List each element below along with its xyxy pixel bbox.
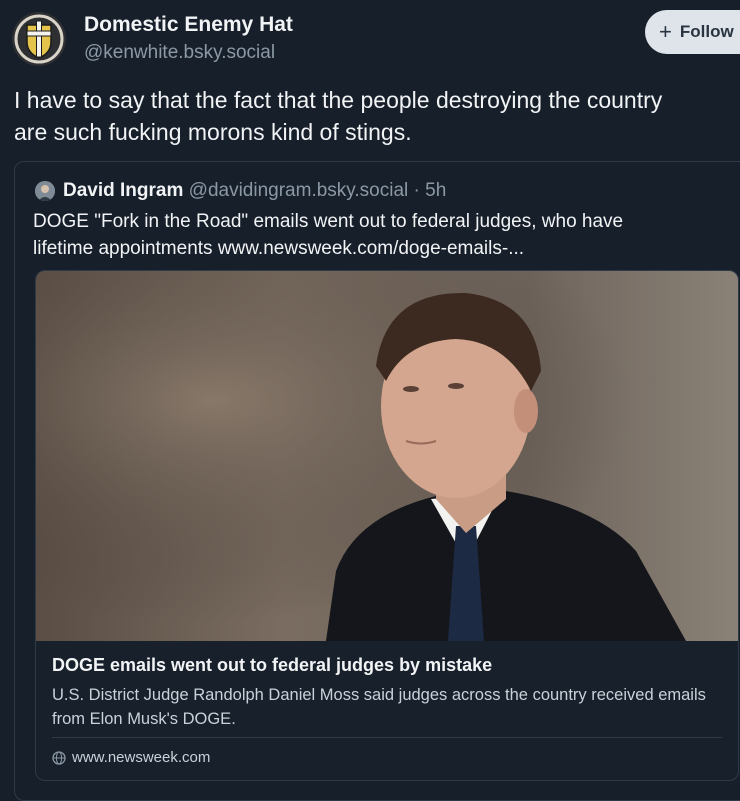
cross-shield-avatar-icon	[12, 12, 66, 66]
article-description: U.S. District Judge Randolph Daniel Moss…	[52, 686, 706, 728]
quoted-post-text: DOGE "Fork in the Road" emails went out …	[33, 211, 624, 259]
quoted-author-avatar[interactable]	[35, 181, 55, 201]
author-name[interactable]: Domestic Enemy Hat	[84, 13, 293, 37]
post: Domestic Enemy Hat @kenwhite.bsky.social…	[0, 0, 740, 801]
article-thumbnail-image	[36, 271, 738, 641]
article-title: DOGE emails went out to federal judges b…	[52, 655, 493, 675]
globe-icon	[52, 750, 66, 765]
article-domain: www.newsweek.com	[52, 749, 210, 766]
plus-icon: +	[659, 19, 672, 44]
person-avatar-icon	[35, 181, 55, 201]
quoted-post-header: David Ingram @davidingram.bsky.social · …	[63, 180, 446, 202]
link-preview-card[interactable]: DOGE emails went out to federal judges b…	[35, 270, 739, 781]
follow-button[interactable]: + Follow	[645, 10, 740, 54]
quoted-author-name[interactable]: David Ingram	[63, 180, 183, 201]
quoted-author-handle[interactable]: @davidingram.bsky.social	[189, 180, 409, 201]
follow-label: Follow	[679, 22, 734, 41]
author-avatar[interactable]	[12, 12, 66, 66]
divider	[52, 737, 722, 738]
separator: ·	[413, 180, 420, 201]
quoted-post-time[interactable]: 5h	[425, 180, 446, 201]
post-text: I have to say that the fact that the peo…	[14, 87, 663, 145]
quoted-post[interactable]: David Ingram @davidingram.bsky.social · …	[14, 161, 740, 801]
author-handle[interactable]: @kenwhite.bsky.social	[84, 42, 275, 64]
domain-text: www.newsweek.com	[72, 749, 211, 766]
